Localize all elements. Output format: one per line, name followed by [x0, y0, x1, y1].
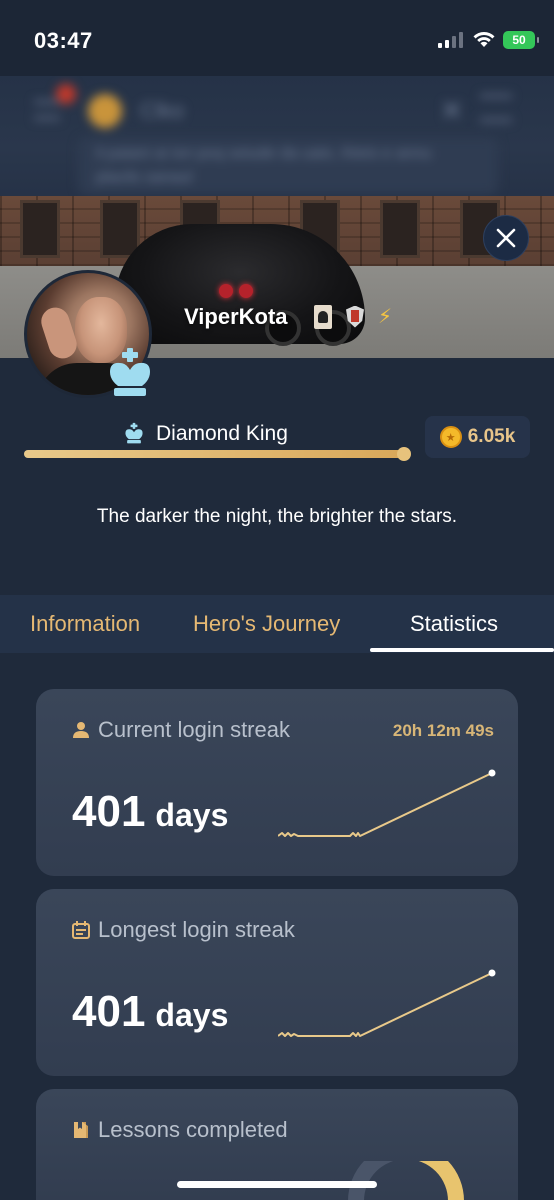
person-icon	[73, 722, 89, 738]
longest-streak-sparkline	[278, 969, 496, 1037]
profile-bio: The darker the night, the brighter the s…	[96, 506, 458, 527]
tab-information[interactable]: Information	[30, 611, 140, 637]
battery-indicator: 50	[503, 31, 539, 49]
list-icon	[480, 94, 512, 122]
close-icon: ✕	[440, 95, 464, 126]
rank-label: Diamond King	[156, 422, 288, 445]
longest-streak-unit: days	[155, 997, 229, 1033]
king-chess-piece-icon	[125, 422, 143, 444]
current-streak-header: Current login streak	[72, 717, 290, 743]
background-screen-blurred: Clko ✕ il paiani ai ion poq seiude da ua…	[0, 76, 554, 196]
username: ViperKota	[184, 304, 288, 329]
active-tab-indicator	[370, 648, 554, 652]
coin-value: 6.05k	[467, 426, 516, 447]
king-chess-piece-icon	[110, 348, 150, 396]
avatar-icon	[88, 94, 122, 128]
title-badges: ⚡	[314, 304, 392, 329]
coin-balance[interactable]: ★ 6.05k	[425, 416, 530, 458]
notification-dot-icon	[56, 84, 76, 104]
menu-icon	[34, 100, 60, 120]
longest-streak-number: 401	[72, 987, 146, 1036]
lessons-label: Lessons completed	[98, 1117, 288, 1142]
streak-timer: 20h 12m 49s	[392, 721, 494, 740]
tab-heros-journey[interactable]: Hero's Journey	[193, 611, 340, 637]
current-streak-value: 401 days	[72, 787, 228, 837]
close-icon	[496, 228, 516, 248]
tab-statistics[interactable]: Statistics	[410, 611, 498, 637]
tab-bar: Information Hero's Journey Statistics	[0, 595, 554, 653]
status-time: 03:47	[34, 28, 93, 53]
rank[interactable]: Diamond King	[122, 422, 288, 446]
home-indicator	[177, 1181, 377, 1188]
longest-streak-header: Longest login streak	[72, 917, 295, 943]
shield-badge-icon	[346, 305, 364, 328]
background-message: il paiani ai ion poq seiude da uaio, ihi…	[96, 145, 432, 186]
longest-streak-card: Longest login streak 401 days	[36, 889, 518, 1076]
coin-icon: ★	[439, 426, 462, 448]
rank-progress-knob	[397, 447, 412, 461]
calendar-icon	[72, 921, 90, 939]
current-streak-unit: days	[155, 797, 229, 833]
background-title: Clko	[140, 98, 185, 123]
book-icon	[74, 1122, 88, 1138]
longest-streak-label: Longest login streak	[98, 917, 295, 942]
close-button[interactable]	[483, 215, 529, 261]
longest-streak-value: 401 days	[72, 987, 228, 1037]
lightning-badge-icon: ⚡	[378, 306, 393, 328]
current-streak-card: Current login streak 20h 12m 49s 401 day…	[36, 689, 518, 876]
current-streak-number: 401	[72, 787, 146, 836]
spy-badge-icon	[314, 304, 332, 329]
current-streak-label: Current login streak	[98, 717, 290, 742]
lessons-header: Lessons completed	[72, 1117, 288, 1143]
current-streak-sparkline	[278, 769, 496, 837]
rank-progress-bar	[24, 447, 412, 461]
rank-progress-fill	[24, 450, 405, 458]
status-bar: 03:47 50	[0, 0, 554, 76]
wifi-icon	[473, 32, 495, 47]
cellular-signal-icon	[438, 32, 463, 48]
